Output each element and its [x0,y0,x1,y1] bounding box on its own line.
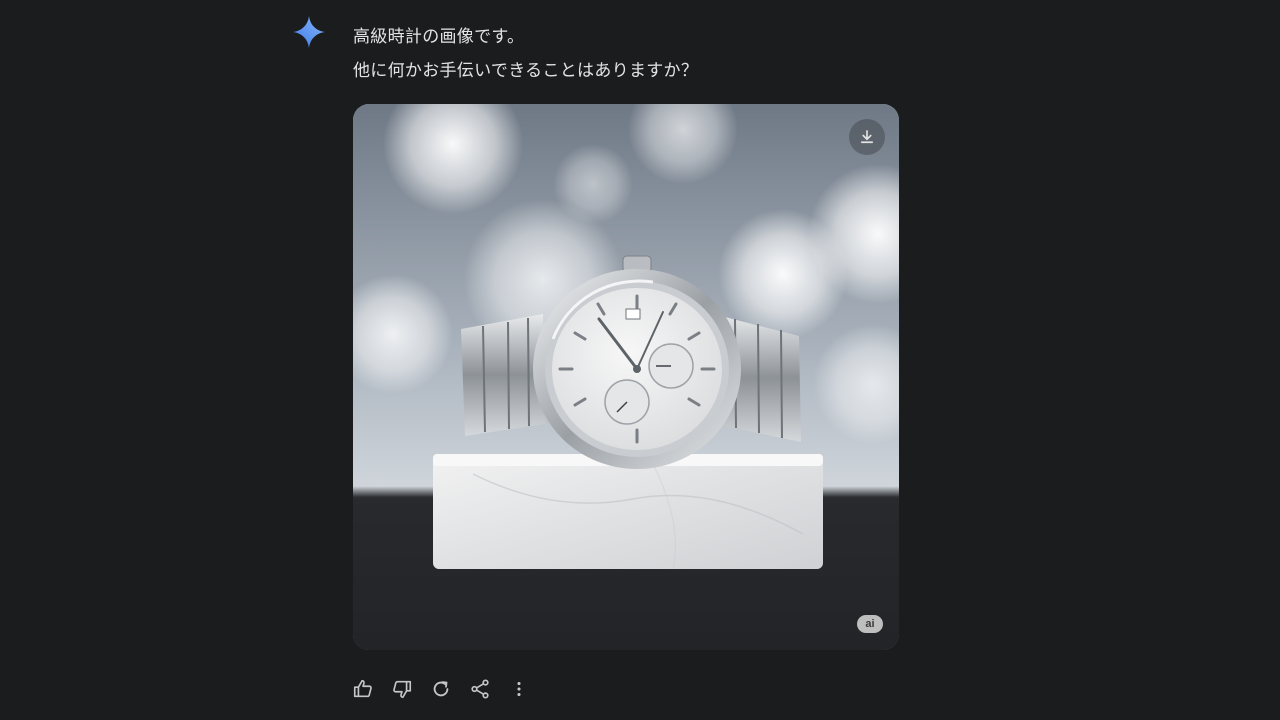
more-options-button[interactable] [506,676,531,701]
thumbs-up-icon [353,679,372,697]
regenerate-icon [433,680,448,696]
download-icon [860,130,874,144]
regenerate-button[interactable] [428,676,453,701]
share-button[interactable] [467,676,492,701]
response-actions [350,676,531,701]
ai-badge: ai [857,615,883,633]
watch-photo [353,104,899,650]
message-line-1: 高級時計の画像です。 [353,27,525,47]
assistant-spark-icon [293,16,325,48]
share-icon [470,678,489,699]
generated-image[interactable]: ai [353,104,899,650]
download-button[interactable] [849,119,885,155]
assistant-message: 高級時計の画像です。 他に何かお手伝いできることはありますか？ [353,20,698,88]
thumbs-up-button[interactable] [350,676,375,701]
message-line-2: 他に何かお手伝いできることはありますか？ [353,61,699,81]
chat-response-page: 高級時計の画像です。 他に何かお手伝いできることはありますか？ ai [0,0,1280,720]
more-vert-icon [516,681,521,696]
thumbs-down-icon [392,680,411,698]
thumbs-down-button[interactable] [389,676,414,701]
